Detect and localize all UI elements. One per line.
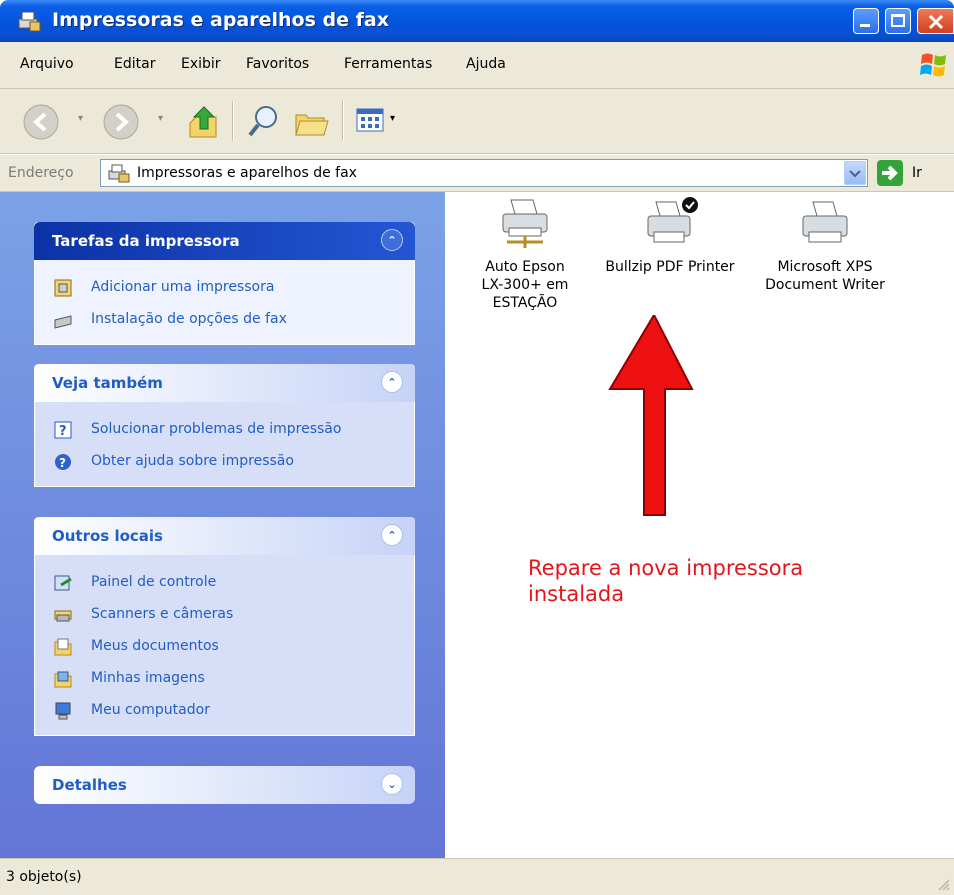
fax-icon (54, 315, 72, 329)
scanners-cameras-link[interactable]: Scanners e câmeras (35, 599, 414, 631)
menu-ajuda[interactable]: Ajuda (466, 56, 506, 72)
my-computer-icon (55, 702, 71, 720)
svg-text:?: ? (59, 424, 67, 439)
printer-tasks-title: Tarefas da impressora (52, 232, 240, 250)
printing-help-link[interactable]: ? Obter ajuda sobre impressão (35, 446, 414, 478)
troubleshoot-printing-link[interactable]: ? Solucionar problemas de impressão (35, 414, 414, 446)
printer-tasks-panel: Tarefas da impressora ⌃ Adicionar uma im… (34, 222, 415, 345)
menu-bar: Arquivo Editar Exibir Favoritos Ferramen… (0, 42, 954, 89)
details-title: Detalhes (52, 776, 127, 794)
views-dropdown-icon[interactable]: ▾ (390, 113, 395, 124)
svg-text:?: ? (59, 456, 66, 470)
printer-item-xps[interactable]: Microsoft XPS Document Writer (750, 196, 900, 294)
address-input[interactable]: Impressoras e aparelhos de fax (100, 159, 868, 187)
printer-fax-icon (18, 11, 41, 32)
maximize-button[interactable] (885, 8, 911, 34)
resize-grip-icon[interactable] (936, 877, 950, 891)
close-icon (928, 14, 944, 30)
menu-exibir[interactable]: Exibir (181, 56, 221, 72)
forward-button[interactable] (102, 103, 140, 141)
scanner-icon (54, 610, 72, 622)
back-dropdown-icon[interactable]: ▾ (78, 113, 83, 124)
toolbar: ▾ ▾ ▾ (0, 89, 954, 154)
title-bar[interactable]: Impressoras e aparelhos de fax (0, 0, 954, 42)
task-pane: Tarefas da impressora ⌃ Adicionar uma im… (0, 192, 445, 858)
status-text: 3 objeto(s) (6, 869, 82, 885)
close-button[interactable] (917, 8, 954, 34)
printer-icon (802, 201, 848, 243)
details-panel: Detalhes ⌄ (34, 766, 415, 804)
my-pictures-link[interactable]: Minhas imagens (35, 663, 414, 695)
menu-ferramentas[interactable]: Ferramentas (344, 56, 432, 72)
chevron-down-icon (849, 170, 861, 178)
collapse-icon[interactable]: ⌃ (381, 524, 403, 546)
status-bar: 3 objeto(s) (0, 858, 954, 895)
help-circle-icon: ? (55, 454, 71, 470)
other-places-title: Outros locais (52, 527, 163, 545)
back-button[interactable] (22, 103, 60, 141)
go-button[interactable] (877, 160, 903, 186)
menu-editar[interactable]: Editar (114, 56, 155, 72)
my-documents-icon (54, 638, 72, 656)
other-places-header[interactable]: Outros locais ⌃ (34, 517, 415, 555)
printer-item-epson[interactable]: Auto Epson LX-300+ em ESTAÇÃO (460, 196, 590, 312)
fax-setup-link[interactable]: Instalação de opções de fax (35, 304, 414, 336)
address-bar: Endereço Impressoras e aparelhos de fax … (0, 155, 954, 192)
window-title: Impressoras e aparelhos de fax (52, 9, 389, 31)
see-also-header[interactable]: Veja também ⌃ (34, 364, 415, 402)
control-panel-link[interactable]: Painel de controle (35, 567, 414, 599)
minimize-button[interactable] (853, 8, 879, 34)
expand-icon[interactable]: ⌄ (381, 773, 403, 795)
minimize-icon (860, 24, 870, 27)
up-folder-button[interactable] (186, 103, 222, 141)
help-question-icon: ? (54, 421, 72, 439)
my-documents-link[interactable]: Meus documentos (35, 631, 414, 663)
address-dropdown-button[interactable] (844, 161, 866, 185)
printer-item-bullzip[interactable]: Bullzip PDF Printer (590, 196, 750, 276)
network-printer-icon (502, 199, 548, 248)
search-button[interactable] (246, 103, 282, 141)
printer-tasks-header[interactable]: Tarefas da impressora ⌃ (34, 222, 415, 260)
see-also-title: Veja também (52, 374, 163, 392)
menu-arquivo[interactable]: Arquivo (20, 56, 74, 72)
default-printer-icon (647, 197, 698, 243)
address-value: Impressoras e aparelhos de fax (137, 165, 357, 181)
menu-favoritos[interactable]: Favoritos (246, 56, 309, 72)
windows-logo-icon (920, 53, 946, 77)
maximize-icon (891, 14, 905, 27)
annotation-text: Repare a nova impressora instalada (528, 556, 804, 606)
my-pictures-icon (54, 671, 72, 688)
my-computer-link[interactable]: Meu computador (35, 695, 414, 727)
folders-button[interactable] (292, 103, 332, 141)
printer-fax-icon (108, 164, 130, 183)
details-header[interactable]: Detalhes ⌄ (34, 766, 415, 804)
add-printer-icon (54, 279, 72, 297)
other-places-panel: Outros locais ⌃ Painel de controle Scann… (34, 517, 415, 736)
red-arrow-annotation (608, 315, 694, 516)
collapse-icon[interactable]: ⌃ (381, 371, 403, 393)
address-label: Endereço (8, 165, 74, 181)
see-also-panel: Veja também ⌃ ? Solucionar problemas de … (34, 364, 415, 487)
go-label[interactable]: Ir (912, 165, 922, 181)
go-arrow-icon (882, 165, 898, 181)
collapse-icon[interactable]: ⌃ (381, 229, 403, 251)
control-panel-icon (54, 575, 72, 591)
forward-dropdown-icon[interactable]: ▾ (158, 113, 163, 124)
views-button[interactable] (356, 105, 386, 137)
add-printer-link[interactable]: Adicionar uma impressora (35, 272, 414, 304)
